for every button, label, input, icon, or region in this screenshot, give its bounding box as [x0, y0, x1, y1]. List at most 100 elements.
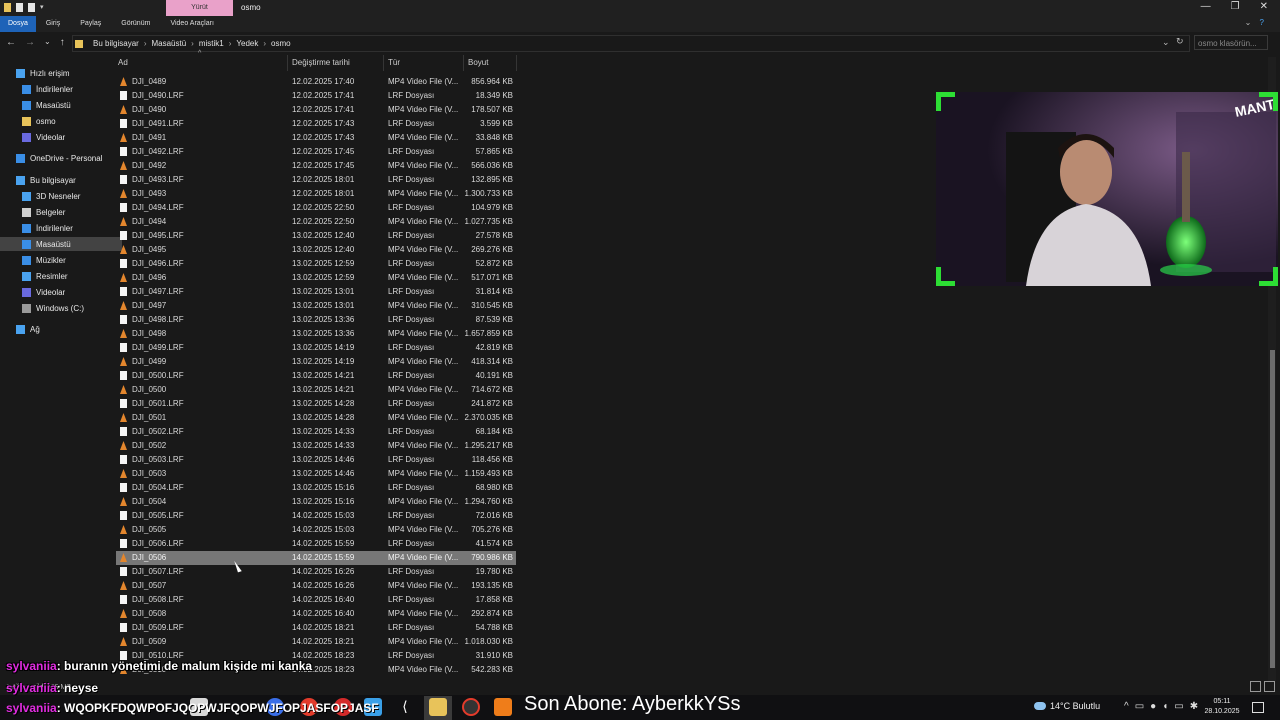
file-row[interactable]: DJI_0490.LRF 12.02.2025 17:41 LRF Dosyası 1… [116, 89, 516, 103]
help-icon[interactable]: ? [1260, 18, 1264, 27]
microphone-icon[interactable]: ● [1150, 701, 1156, 712]
sidebar-item[interactable]: Videolar [22, 130, 65, 144]
file-row[interactable]: DJI_0502 13.02.2025 14:33 MP4 Video File (… [116, 439, 516, 453]
scrollbar-thumb[interactable] [1270, 350, 1275, 668]
tab-file[interactable]: Dosya [0, 16, 36, 32]
new-folder-icon[interactable] [28, 3, 35, 12]
sidebar-item[interactable]: Windows (C:) [22, 301, 84, 315]
file-row[interactable]: DJI_0493.LRF 12.02.2025 18:01 LRF Dosyası 1… [116, 173, 516, 187]
file-row[interactable]: DJI_0489 12.02.2025 17:40 MP4 Video File (… [116, 75, 516, 89]
restore-button[interactable]: ❐ [1231, 1, 1240, 12]
system-tray[interactable]: ^ ▭ ● ◖ ▭ ✱ [1124, 701, 1198, 712]
file-row[interactable]: DJI_0509 14.02.2025 18:21 MP4 Video File (… [116, 635, 516, 649]
chevron-up-icon[interactable]: ^ [1124, 701, 1129, 712]
forward-icon[interactable]: → [25, 37, 35, 48]
sidebar-item[interactable]: İndirilenler [22, 82, 73, 96]
customize-chevron-icon[interactable]: ▾ [40, 3, 44, 12]
sidebar-item[interactable]: osmo [22, 114, 56, 128]
sidebar-item[interactable]: Masaüstü [22, 98, 71, 112]
capcut-icon[interactable]: ⟨ [396, 698, 414, 716]
weather-widget[interactable]: 14°C Bulutlu [1034, 701, 1100, 711]
sidebar-item[interactable]: Videolar [22, 285, 65, 299]
column-header-size[interactable]: Boyut [468, 56, 488, 70]
sidebar-item[interactable]: Masaüstü [0, 237, 122, 251]
file-row[interactable]: DJI_0508.LRF 14.02.2025 16:40 LRF Dosyası 1… [116, 593, 516, 607]
file-row[interactable]: DJI_0498 13.02.2025 13:36 MP4 Video File (… [116, 327, 516, 341]
file-row[interactable]: DJI_0503 13.02.2025 14:46 MP4 Video File (… [116, 467, 516, 481]
file-row[interactable]: DJI_0500 13.02.2025 14:21 MP4 Video File (… [116, 383, 516, 397]
file-row[interactable]: DJI_0505 14.02.2025 15:03 MP4 Video File (… [116, 523, 516, 537]
obs-icon[interactable] [462, 698, 480, 716]
network-icon[interactable]: ▭ [1135, 701, 1144, 712]
contextual-tab-play[interactable]: Yürüt [166, 0, 233, 16]
sidebar-item[interactable]: Belgeler [22, 205, 65, 219]
chevron-right-icon[interactable]: › [263, 39, 266, 48]
column-header-modified[interactable]: Değiştirme tarihi [292, 56, 350, 70]
crumb-this-pc[interactable]: Bu bilgisayar [93, 39, 139, 48]
battery-icon[interactable]: ▭ [1174, 701, 1183, 712]
notification-icon[interactable] [1252, 702, 1264, 713]
address-dropdown-icon[interactable]: ⌄ [1162, 37, 1170, 48]
sidebar-item[interactable]: İndirilenler [22, 221, 73, 235]
file-row[interactable]: DJI_0506.LRF 14.02.2025 15:59 LRF Dosyası 4… [116, 537, 516, 551]
file-row[interactable]: DJI_0498.LRF 13.02.2025 13:36 LRF Dosyası 8… [116, 313, 516, 327]
chevron-right-icon[interactable]: › [229, 39, 232, 48]
tab-video-tools[interactable]: Video Araçları [160, 16, 223, 32]
file-row[interactable]: DJI_0500.LRF 13.02.2025 14:21 LRF Dosyası 4… [116, 369, 516, 383]
sidebar-item[interactable]: 3D Nesneler [22, 189, 80, 203]
recent-locations-icon[interactable]: ⌄ [44, 37, 51, 48]
file-row[interactable]: DJI_0497.LRF 13.02.2025 13:01 LRF Dosyası 3… [116, 285, 516, 299]
crumb-yedek[interactable]: Yedek [236, 39, 258, 48]
sidebar-item[interactable]: OneDrive - Personal [16, 151, 102, 165]
quick-access-toolbar[interactable]: ▾ [4, 3, 44, 12]
file-row[interactable]: DJI_0509.LRF 14.02.2025 18:21 LRF Dosyası 5… [116, 621, 516, 635]
minimize-button[interactable]: — [1201, 1, 1211, 12]
back-icon[interactable]: ← [6, 37, 16, 48]
file-row[interactable]: DJI_0496.LRF 13.02.2025 12:59 LRF Dosyası 5… [116, 257, 516, 271]
file-list[interactable]: DJI_0489 12.02.2025 17:40 MP4 Video File (… [116, 75, 516, 681]
file-row[interactable]: DJI_0491 12.02.2025 17:43 MP4 Video File (… [116, 131, 516, 145]
column-header-type[interactable]: Tür [388, 56, 400, 70]
file-row[interactable]: DJI_0508 14.02.2025 16:40 MP4 Video File (… [116, 607, 516, 621]
file-row[interactable]: DJI_0490 12.02.2025 17:41 MP4 Video File (… [116, 103, 516, 117]
file-row[interactable]: DJI_0499.LRF 13.02.2025 14:19 LRF Dosyası 4… [116, 341, 516, 355]
file-row[interactable]: DJI_0501.LRF 13.02.2025 14:28 LRF Dosyası 2… [116, 397, 516, 411]
file-row[interactable]: DJI_0492 12.02.2025 17:45 MP4 Video File (… [116, 159, 516, 173]
crumb-mistik1[interactable]: mistik1 [199, 39, 224, 48]
file-row[interactable]: DJI_0492.LRF 12.02.2025 17:45 LRF Dosyası 5… [116, 145, 516, 159]
crumb-osmo[interactable]: osmo [271, 39, 291, 48]
file-row[interactable]: DJI_0494.LRF 12.02.2025 22:50 LRF Dosyası 1… [116, 201, 516, 215]
properties-icon[interactable] [16, 3, 23, 12]
breadcrumb[interactable]: Bu bilgisayar › Masaüstü › mistik1 › Yedek ›… [72, 35, 1190, 52]
file-row[interactable]: DJI_0504.LRF 13.02.2025 15:16 LRF Dosyası 6… [116, 481, 516, 495]
file-explorer-icon[interactable] [429, 698, 447, 716]
file-row[interactable]: DJI_0499 13.02.2025 14:19 MP4 Video File (… [116, 355, 516, 369]
up-icon[interactable]: ↑ [60, 37, 65, 48]
sidebar-item[interactable]: Müzikler [22, 253, 66, 267]
sidebar-item[interactable]: Bu bilgisayar [16, 173, 76, 187]
refresh-icon[interactable]: ↻ [1176, 36, 1184, 47]
file-row[interactable]: DJI_0503.LRF 13.02.2025 14:46 LRF Dosyası 1… [116, 453, 516, 467]
file-row[interactable]: DJI_0502.LRF 13.02.2025 14:33 LRF Dosyası 6… [116, 425, 516, 439]
file-row[interactable]: DJI_0495 13.02.2025 12:40 MP4 Video File (… [116, 243, 516, 257]
close-button[interactable]: ✕ [1260, 1, 1268, 12]
crumb-desktop[interactable]: Masaüstü [151, 39, 186, 48]
clock[interactable]: 05:11 28.10.2025 [1202, 697, 1242, 717]
file-row[interactable]: DJI_0504 13.02.2025 15:16 MP4 Video File (… [116, 495, 516, 509]
tab-share[interactable]: Paylaş [70, 16, 111, 32]
file-row[interactable]: DJI_0495.LRF 13.02.2025 12:40 LRF Dosyası 2… [116, 229, 516, 243]
file-row[interactable]: DJI_0493 12.02.2025 18:01 MP4 Video File (… [116, 187, 516, 201]
file-row[interactable]: DJI_0496 13.02.2025 12:59 MP4 Video File (… [116, 271, 516, 285]
file-row[interactable]: DJI_0497 13.02.2025 13:01 MP4 Video File (… [116, 299, 516, 313]
file-row[interactable]: DJI_0507 14.02.2025 16:26 MP4 Video File (… [116, 579, 516, 593]
large-icons-view-icon[interactable] [1264, 681, 1275, 692]
column-header-name[interactable]: Ad [118, 56, 128, 70]
details-view-icon[interactable] [1250, 681, 1261, 692]
sidebar-item[interactable]: Resimler [22, 269, 68, 283]
tab-home[interactable]: Giriş [36, 16, 70, 32]
bluetooth-icon[interactable]: ✱ [1190, 701, 1198, 712]
search-input[interactable]: osmo klasörün... [1194, 35, 1268, 50]
sidebar-item[interactable]: Hızlı erişim [16, 66, 70, 80]
chevron-right-icon[interactable]: › [144, 39, 147, 48]
volume-icon[interactable]: ◖ [1162, 701, 1168, 712]
